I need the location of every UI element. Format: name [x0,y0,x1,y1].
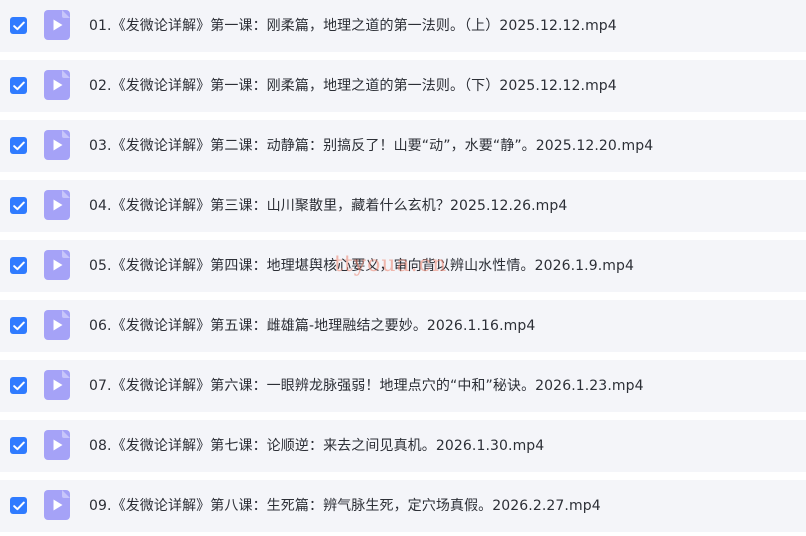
file-name[interactable]: 06.《发微论详解》第五课：雌雄篇-地理融结之要妙。2026.1.16.mp4 [89,300,535,352]
file-name[interactable]: 03.《发微论详解》第二课：动静篇：别搞反了！山要“动”，水要“静”。2025.… [89,120,653,172]
file-name[interactable]: 02.《发微论详解》第一课：刚柔篇，地理之道的第一法则。（下）2025.12.1… [89,60,617,112]
file-row[interactable]: 04.《发微论详解》第三课：山川聚散里，藏着什么玄机？2025.12.26.mp… [0,180,806,232]
check-icon[interactable] [10,377,27,394]
video-file-icon [44,250,70,280]
file-name[interactable]: 07.《发微论详解》第六课：一眼辨龙脉强弱！地理点穴的“中和”秘诀。2026.1… [89,360,644,412]
file-row[interactable]: 02.《发微论详解》第一课：刚柔篇，地理之道的第一法则。（下）2025.12.1… [0,60,806,112]
file-name[interactable]: 05.《发微论详解》第四课：地理堪舆核心要义，审向背以辨山水性情。2026.1.… [89,240,634,292]
check-icon[interactable] [10,137,27,154]
file-row[interactable]: 09.《发微论详解》第八课：生死篇：辨气脉生死，定穴场真假。2026.2.27.… [0,480,806,532]
file-row[interactable]: 07.《发微论详解》第六课：一眼辨龙脉强弱！地理点穴的“中和”秘诀。2026.1… [0,360,806,412]
file-row[interactable]: 01.《发微论详解》第一课：刚柔篇，地理之道的第一法则。（上）2025.12.1… [0,0,806,52]
file-row[interactable]: 06.《发微论详解》第五课：雌雄篇-地理融结之要妙。2026.1.16.mp4 [0,300,806,352]
check-icon[interactable] [10,17,27,34]
check-icon[interactable] [10,317,27,334]
file-row[interactable]: 05.《发微论详解》第四课：地理堪舆核心要义，审向背以辨山水性情。2026.1.… [0,240,806,292]
file-name[interactable]: 04.《发微论详解》第三课：山川聚散里，藏着什么玄机？2025.12.26.mp… [89,180,567,232]
video-file-icon [44,10,70,40]
file-name[interactable]: 01.《发微论详解》第一课：刚柔篇，地理之道的第一法则。（上）2025.12.1… [89,0,617,52]
file-name[interactable]: 09.《发微论详解》第八课：生死篇：辨气脉生死，定穴场真假。2026.2.27.… [89,480,601,532]
check-icon[interactable] [10,257,27,274]
check-icon[interactable] [10,437,27,454]
video-file-icon [44,130,70,160]
video-file-icon [44,430,70,460]
check-icon[interactable] [10,197,27,214]
video-file-icon [44,490,70,520]
file-list: 01.《发微论详解》第一课：刚柔篇，地理之道的第一法则。（上）2025.12.1… [0,0,806,536]
video-file-icon [44,190,70,220]
video-file-icon [44,70,70,100]
check-icon[interactable] [10,77,27,94]
file-row[interactable]: 03.《发微论详解》第二课：动静篇：别搞反了！山要“动”，水要“静”。2025.… [0,120,806,172]
file-name[interactable]: 08.《发微论详解》第七课：论顺逆：来去之间见真机。2026.1.30.mp4 [89,420,544,472]
check-icon[interactable] [10,497,27,514]
video-file-icon [44,310,70,340]
video-file-icon [44,370,70,400]
file-row[interactable]: 08.《发微论详解》第七课：论顺逆：来去之间见真机。2026.1.30.mp4 [0,420,806,472]
